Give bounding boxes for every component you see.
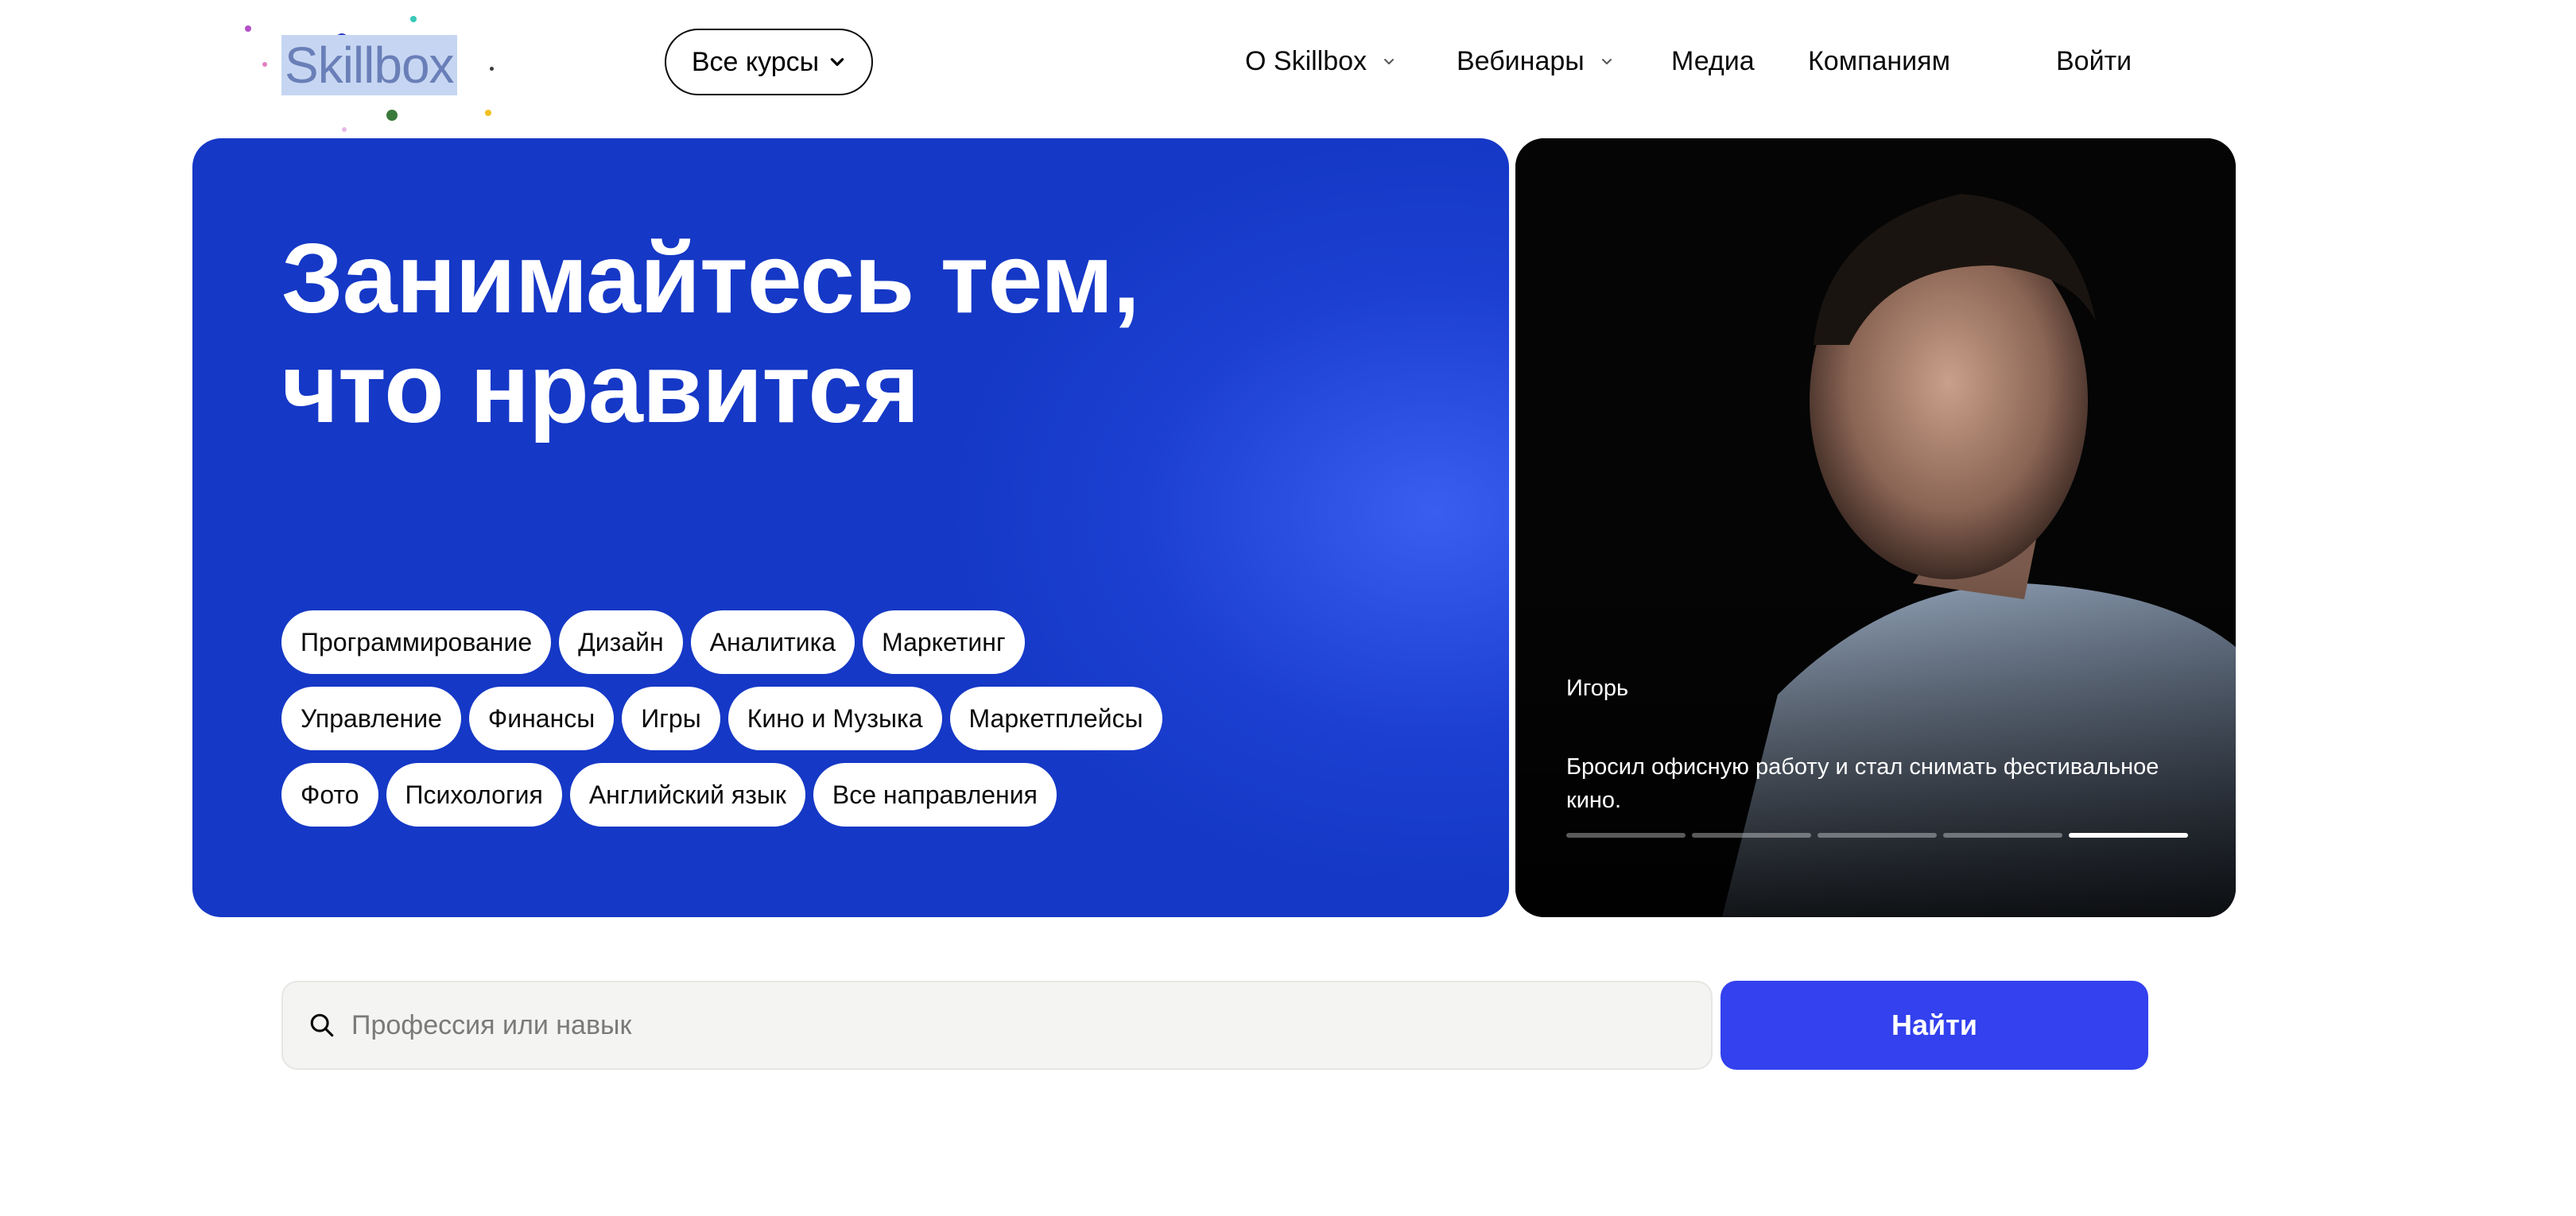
chip-row: Управление Финансы Игры Кино и Музыка Ма… — [281, 687, 1315, 750]
logo-text: Skillbox — [281, 35, 457, 95]
confetti-dot — [386, 110, 398, 121]
nav-webinars-label: Вебинары — [1457, 45, 1585, 76]
chevron-down-icon — [830, 58, 844, 66]
story-caption: Бросил офисную работу и стал снимать фес… — [1566, 754, 2159, 813]
chip-marketplaces[interactable]: Маркетплейсы — [949, 687, 1162, 750]
chevron-down-icon — [1384, 59, 1395, 64]
confetti-dot — [410, 16, 417, 22]
all-courses-button[interactable]: Все курсы — [665, 29, 873, 95]
chip-games[interactable]: Игры — [622, 687, 720, 750]
search-field[interactable] — [281, 981, 1713, 1070]
chip-photo[interactable]: Фото — [281, 763, 378, 827]
story-progress-segment[interactable] — [1943, 833, 2062, 838]
confetti-dot — [262, 62, 267, 67]
site-header: Skillbox Все курсы О Skillbox Вебинары М… — [0, 0, 2576, 135]
chip-row: Программирование Дизайн Аналитика Маркет… — [281, 610, 1315, 674]
story-progress-segment[interactable] — [1692, 833, 1811, 838]
all-courses-label: Все курсы — [691, 46, 820, 77]
confetti-dot — [245, 25, 251, 32]
nav-companies-label: Компаниям — [1808, 45, 1950, 76]
chip-row: Фото Психология Английский язык Все напр… — [281, 763, 1315, 827]
search-icon — [310, 1013, 334, 1037]
chevron-down-icon — [1601, 59, 1612, 64]
story-person-name: Игорь — [1566, 676, 1629, 701]
story-progress-segment[interactable] — [1818, 833, 1937, 838]
confetti-dot — [485, 110, 491, 116]
story-progress-segment[interactable] — [2069, 833, 2188, 838]
chip-analytics[interactable]: Аналитика — [690, 610, 855, 674]
confetti-dot — [490, 67, 494, 71]
nav-about-label: О Skillbox — [1245, 45, 1368, 76]
hero-title-line: Занимайтесь тем, — [281, 224, 1140, 334]
chip-marketing[interactable]: Маркетинг — [863, 610, 1025, 674]
nav-about[interactable]: О Skillbox — [1245, 41, 1397, 81]
login-label: Войти — [2056, 45, 2132, 76]
chip-programming[interactable]: Программирование — [281, 610, 552, 674]
chip-english[interactable]: Английский язык — [569, 763, 805, 827]
nav-media[interactable]: Медиа — [1671, 41, 1755, 81]
logo[interactable]: Skillbox — [239, 16, 509, 135]
chip-all-directions[interactable]: Все направления — [813, 763, 1057, 827]
student-story-card[interactable]: Игорь Бросил офисную работу и стал снима… — [1515, 138, 2236, 917]
chip-finance[interactable]: Финансы — [468, 687, 615, 750]
chip-management[interactable]: Управление — [281, 687, 461, 750]
confetti-dot — [342, 127, 347, 132]
story-progress — [1566, 833, 2188, 838]
story-progress-segment[interactable] — [1566, 833, 1686, 838]
hero-title: Занимайтесь тем, что нравится — [281, 224, 1140, 443]
chip-design[interactable]: Дизайн — [559, 610, 683, 674]
hero-banner: Занимайтесь тем, что нравится Программир… — [192, 138, 1509, 917]
search-button[interactable]: Найти — [1721, 981, 2148, 1070]
chip-psychology[interactable]: Психология — [386, 763, 562, 827]
nav-companies[interactable]: Компаниям — [1808, 41, 1950, 81]
nav-webinars[interactable]: Вебинары — [1457, 41, 1615, 81]
hero-title-line: что нравится — [281, 334, 920, 443]
chip-cinema-music[interactable]: Кино и Музыка — [727, 687, 942, 750]
category-chips: Программирование Дизайн Аналитика Маркет… — [281, 610, 1315, 839]
login-link[interactable]: Войти — [2056, 41, 2132, 81]
search-input[interactable] — [351, 1009, 1624, 1041]
nav-media-label: Медиа — [1671, 45, 1755, 76]
